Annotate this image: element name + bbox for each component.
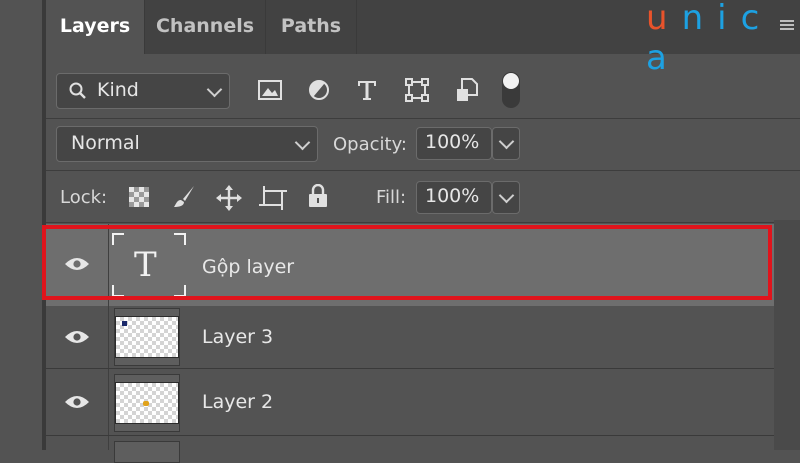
layer-name: Gộp layer — [202, 256, 295, 278]
lock-transparent-pixels-icon[interactable] — [128, 186, 150, 208]
tab-paths[interactable]: Paths — [266, 0, 357, 54]
separator — [46, 222, 800, 223]
filter-toggle-switch[interactable] — [502, 72, 520, 108]
fill-input[interactable]: 100% — [416, 181, 492, 214]
layer-thumbnail-frame — [114, 441, 180, 463]
layer-row-partial[interactable] — [46, 436, 774, 463]
chevron-down-icon — [498, 187, 515, 204]
logo-letter: i — [717, 0, 741, 38]
transparency-thumbnail — [115, 382, 179, 424]
layer-row-gop-layer[interactable]: T Gộp layer — [46, 224, 774, 307]
tab-layers[interactable]: Layers — [46, 0, 145, 54]
lock-artboard-icon[interactable] — [259, 185, 287, 211]
visibility-toggle[interactable] — [46, 436, 109, 450]
visibility-toggle[interactable] — [46, 306, 109, 368]
chevron-down-icon — [206, 81, 223, 98]
type-layer-filter-icon[interactable] — [356, 78, 378, 102]
separator — [46, 170, 800, 171]
transparency-thumbnail — [115, 316, 179, 358]
unica-logo: unic a — [646, 0, 800, 78]
filter-kind-label: Kind — [97, 79, 139, 101]
adjustment-layer-filter-icon[interactable] — [308, 79, 330, 101]
layers-scrollbar[interactable] — [774, 220, 800, 450]
logo-letter: u — [646, 0, 682, 38]
eye-icon — [65, 331, 89, 343]
filter-kind-select[interactable]: Kind — [56, 73, 230, 109]
smart-object-filter-icon[interactable] — [456, 78, 478, 102]
layer-row-layer-2[interactable]: Layer 2 — [46, 369, 774, 436]
layer-name: Layer 3 — [202, 326, 274, 348]
lock-image-pixels-brush-icon[interactable] — [172, 185, 196, 209]
shape-layer-filter-icon[interactable] — [405, 78, 429, 102]
layers-panel: Layers Channels Paths unic a Kind Normal … — [46, 0, 800, 463]
opacity-dropdown-button[interactable] — [492, 127, 520, 160]
fill-label: Fill: — [376, 187, 407, 208]
opacity-input[interactable]: 100% — [416, 127, 492, 160]
visibility-toggle[interactable] — [46, 224, 109, 306]
layer-thumbnail-frame — [114, 374, 180, 432]
search-icon — [69, 82, 86, 99]
visibility-toggle[interactable] — [46, 369, 109, 435]
tab-channels[interactable]: Channels — [145, 0, 266, 54]
logo-letter: c — [740, 0, 774, 38]
thumbnail-content — [143, 401, 149, 406]
layer-thumbnail-frame — [114, 308, 180, 366]
pixel-layer-filter-icon[interactable] — [258, 79, 282, 101]
logo-letter: a — [646, 38, 681, 78]
layer-row-layer-3[interactable]: Layer 3 — [46, 306, 774, 369]
logo-letter: n — [681, 0, 718, 38]
blend-mode-select[interactable]: Normal — [56, 126, 318, 162]
type-t-icon: T — [134, 245, 157, 285]
text-layer-thumbnail: T — [112, 233, 186, 297]
eye-icon — [65, 396, 89, 408]
eye-icon — [65, 258, 89, 270]
toggle-knob — [503, 73, 519, 89]
panel-menu-icon[interactable] — [780, 20, 794, 32]
opacity-value: 100% — [425, 131, 480, 153]
lock-label: Lock: — [60, 187, 108, 208]
blend-mode-value: Normal — [71, 132, 140, 154]
separator — [46, 118, 800, 119]
chevron-down-icon — [498, 133, 515, 150]
lock-position-move-icon[interactable] — [216, 185, 242, 211]
layer-name: Layer 2 — [202, 391, 274, 413]
workspace-background — [0, 0, 42, 450]
fill-dropdown-button[interactable] — [492, 181, 520, 214]
panel-tab-bar: Layers Channels Paths unic a — [46, 0, 800, 78]
opacity-label: Opacity: — [333, 134, 407, 155]
lock-all-padlock-icon[interactable] — [308, 184, 328, 208]
thumbnail-content — [122, 321, 127, 326]
chevron-down-icon — [294, 134, 311, 151]
fill-value: 100% — [425, 185, 480, 207]
